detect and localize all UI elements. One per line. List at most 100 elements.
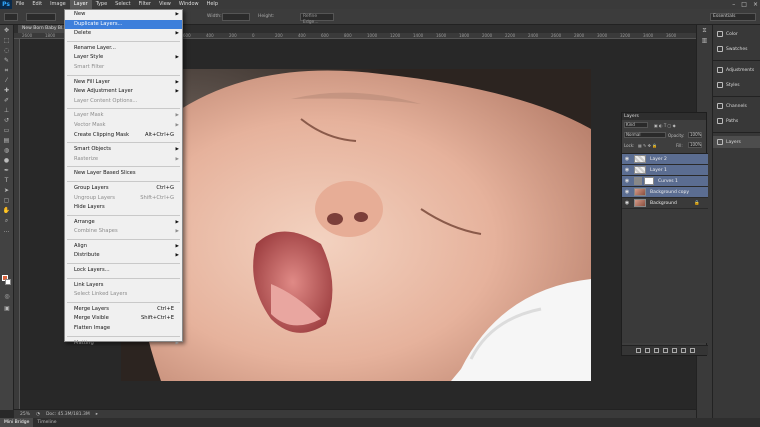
menu-item-new-fill-layer[interactable]: New Fill Layer ▶ — [65, 78, 182, 88]
history-brush-tool-icon[interactable]: ↺ — [2, 117, 12, 125]
tool-preset-picker[interactable] — [4, 13, 18, 21]
delete-layer-icon[interactable] — [689, 348, 695, 353]
workspace-select[interactable]: Essentials — [710, 13, 756, 21]
healing-brush-tool-icon[interactable]: ✚ — [2, 87, 12, 95]
dock-item-channels[interactable]: Channels — [713, 100, 760, 112]
menu-type[interactable]: Type — [92, 0, 111, 9]
menu-item-merge-visible[interactable]: Merge Visible Shift+Ctrl+E — [65, 314, 182, 324]
visibility-eye-icon[interactable]: ◉ — [622, 200, 632, 206]
zoom-level[interactable]: 25% — [20, 412, 30, 417]
maximize-icon[interactable]: □ — [741, 1, 747, 8]
visibility-eye-icon[interactable]: ◉ — [622, 178, 632, 184]
history-panel-icon[interactable]: ⧖ — [700, 27, 710, 35]
lasso-tool-icon[interactable]: ◌ — [2, 47, 12, 55]
brush-tool-icon[interactable]: ✐ — [2, 97, 12, 105]
menu-item-new-layer-based-slices[interactable]: New Layer Based Slices — [65, 169, 182, 179]
minimize-icon[interactable]: – — [732, 1, 735, 8]
path-select-tool-icon[interactable]: ➤ — [2, 187, 12, 195]
document-tab[interactable]: New Born Baby Bl... — [18, 25, 71, 33]
menu-item-link-layers[interactable]: Link Layers — [65, 281, 182, 291]
new-layer-icon[interactable] — [680, 348, 686, 353]
dock-item-adjustments[interactable]: Adjustments — [713, 64, 760, 76]
properties-panel-icon[interactable]: ▥ — [700, 37, 710, 45]
layer-style-icon[interactable] — [644, 348, 650, 353]
marquee-tool-icon[interactable]: ⬚ — [2, 37, 12, 45]
menu-item-layer-style[interactable]: Layer Style ▶ — [65, 53, 182, 63]
screen-mode-icon[interactable]: ▣ — [2, 305, 12, 313]
menu-item-create-clipping-mask[interactable]: Create Clipping Mask Alt+Ctrl+G — [65, 131, 182, 141]
menu-window[interactable]: Window — [175, 0, 203, 9]
new-group-icon[interactable] — [671, 348, 677, 353]
quick-select-tool-icon[interactable]: ✎ — [2, 57, 12, 65]
background-color-swatch[interactable] — [5, 279, 11, 285]
adjustment-layer-icon[interactable] — [662, 348, 668, 353]
layer-row[interactable]: ◉ Layer 2 — [622, 154, 708, 165]
layer-row[interactable]: ◉ Curves 1 — [622, 176, 708, 187]
menu-item-smart-objects[interactable]: Smart Objects ▶ — [65, 145, 182, 155]
selection-mode-buttons[interactable] — [26, 13, 56, 21]
fill-field[interactable]: 100% — [688, 142, 702, 148]
menu-edit[interactable]: Edit — [28, 0, 46, 9]
add-mask-icon[interactable] — [653, 348, 659, 353]
visibility-eye-icon[interactable]: ◉ — [622, 156, 632, 162]
dock-item-swatches[interactable]: Swatches — [713, 43, 760, 55]
dodge-tool-icon[interactable]: ● — [2, 157, 12, 165]
hand-tool-icon[interactable]: ✋ — [2, 207, 12, 215]
link-layers-icon[interactable] — [635, 348, 641, 353]
menu-help[interactable]: Help — [203, 0, 222, 9]
menu-file[interactable]: File — [12, 0, 28, 9]
dock-item-paths[interactable]: Paths — [713, 115, 760, 127]
width-field[interactable] — [222, 13, 250, 21]
menu-item-new[interactable]: New ▶ — [65, 10, 182, 20]
kind-filter-select[interactable]: Kind — [624, 122, 648, 128]
edit-toolbar-icon[interactable]: … — [2, 227, 12, 235]
gradient-tool-icon[interactable]: ▤ — [2, 137, 12, 145]
menu-layer[interactable]: Layer — [69, 0, 92, 9]
menu-item-flatten-image[interactable]: Flatten Image — [65, 324, 182, 334]
menu-item-rename-layer[interactable]: Rename Layer... — [65, 44, 182, 54]
crop-tool-icon[interactable]: ⌗ — [2, 67, 12, 75]
blend-mode-select[interactable]: Normal — [624, 132, 666, 138]
menu-item-distribute[interactable]: Distribute ▶ — [65, 251, 182, 261]
layer-row[interactable]: ◉ Background copy — [622, 187, 708, 198]
share-icon[interactable]: ◔ — [36, 412, 40, 417]
visibility-eye-icon[interactable]: ◉ — [622, 189, 632, 195]
blur-tool-icon[interactable]: ◍ — [2, 147, 12, 155]
tab-mini-bridge[interactable]: Mini Bridge — [0, 418, 34, 427]
menu-item-arrange[interactable]: Arrange ▶ — [65, 218, 182, 228]
lock-icons[interactable]: ▦ ✎ ✥ 🔒 — [638, 143, 657, 148]
eyedropper-tool-icon[interactable]: ⁄ — [2, 77, 12, 85]
type-tool-icon[interactable]: T — [2, 177, 12, 185]
tab-timeline[interactable]: Timeline — [33, 418, 60, 427]
layer-row[interactable]: ◉ Layer 1 — [622, 165, 708, 176]
menu-view[interactable]: View — [155, 0, 175, 9]
menu-item-hide-layers[interactable]: Hide Layers — [65, 203, 182, 213]
filter-icons[interactable]: ▣ ◐ T ▢ ◆ — [654, 123, 676, 128]
zoom-tool-icon[interactable]: ⌕ — [2, 217, 12, 225]
menu-item-new-adjustment-layer[interactable]: New Adjustment Layer ▶ — [65, 87, 182, 97]
layer-row[interactable]: ◉ Background 🔒 — [622, 198, 708, 209]
pen-tool-icon[interactable]: ✒ — [2, 167, 12, 175]
clone-stamp-tool-icon[interactable]: ⊥ — [2, 107, 12, 115]
shape-tool-icon[interactable]: ▢ — [2, 197, 12, 205]
eraser-tool-icon[interactable]: ▭ — [2, 127, 12, 135]
close-icon[interactable]: × — [753, 1, 758, 8]
layer-mask-thumbnail[interactable] — [644, 177, 654, 185]
opacity-field[interactable]: 100% — [688, 132, 702, 138]
move-tool-icon[interactable]: ✥ — [2, 27, 12, 35]
menu-item-duplicate-layers[interactable]: Duplicate Layers... — [65, 19, 182, 30]
menu-filter[interactable]: Filter — [135, 0, 155, 9]
status-arrow-icon[interactable]: ▸ — [96, 412, 98, 417]
dock-item-layers[interactable]: Layers — [713, 136, 760, 148]
menu-item-merge-layers[interactable]: Merge Layers Ctrl+E — [65, 305, 182, 315]
dock-item-color[interactable]: Color — [713, 28, 760, 40]
menu-item-group-layers[interactable]: Group Layers Ctrl+G — [65, 184, 182, 194]
refine-edge-button[interactable]: Refine Edge... — [300, 13, 334, 25]
dock-item-styles[interactable]: Styles — [713, 79, 760, 91]
visibility-eye-icon[interactable]: ◉ — [622, 167, 632, 173]
menu-image[interactable]: Image — [46, 0, 70, 9]
menu-item-lock-layers[interactable]: Lock Layers... — [65, 266, 182, 276]
menu-select[interactable]: Select — [111, 0, 134, 9]
menu-item-align[interactable]: Align ▶ — [65, 242, 182, 252]
quick-mask-icon[interactable]: ◎ — [2, 293, 12, 301]
